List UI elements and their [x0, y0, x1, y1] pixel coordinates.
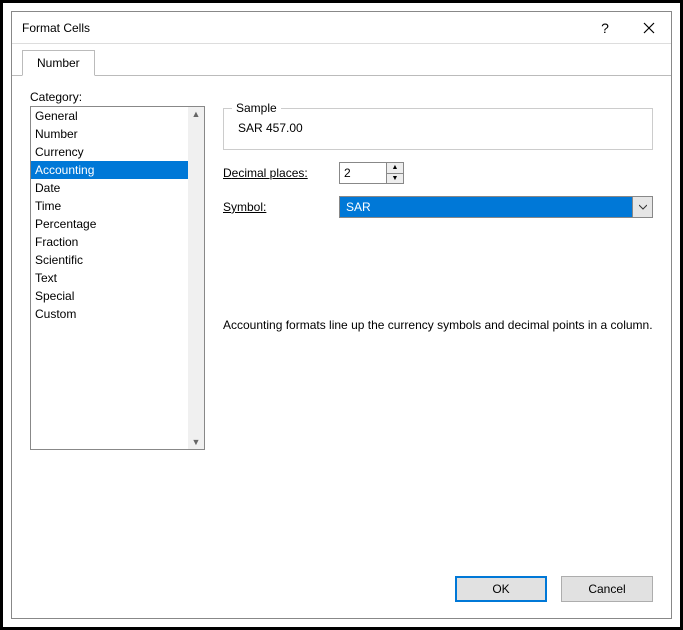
- category-item-time[interactable]: Time: [31, 197, 188, 215]
- close-icon: [643, 22, 655, 34]
- sample-label: Sample: [232, 101, 281, 115]
- category-item-percentage[interactable]: Percentage: [31, 215, 188, 233]
- scroll-up-icon: ▲: [192, 107, 201, 121]
- category-item-number[interactable]: Number: [31, 125, 188, 143]
- dialog-footer: OK Cancel: [12, 564, 671, 618]
- category-item-accounting[interactable]: Accounting: [31, 161, 188, 179]
- symbol-combobox[interactable]: SAR: [339, 196, 653, 218]
- category-item-general[interactable]: General: [31, 107, 188, 125]
- category-item-custom[interactable]: Custom: [31, 305, 188, 323]
- help-button[interactable]: ?: [583, 12, 627, 44]
- scroll-down-icon: ▼: [192, 435, 201, 449]
- category-item-scientific[interactable]: Scientific: [31, 251, 188, 269]
- symbol-value: SAR: [340, 197, 632, 217]
- sample-group: Sample SAR 457.00: [223, 108, 653, 150]
- close-button[interactable]: [627, 12, 671, 44]
- dialog-title: Format Cells: [22, 21, 583, 35]
- decimal-places-spinner[interactable]: ▲ ▼: [339, 162, 404, 184]
- category-item-text[interactable]: Text: [31, 269, 188, 287]
- chevron-down-icon: [639, 203, 647, 211]
- decimal-places-input[interactable]: [340, 163, 386, 183]
- titlebar: Format Cells ?: [12, 12, 671, 44]
- category-item-fraction[interactable]: Fraction: [31, 233, 188, 251]
- category-item-date[interactable]: Date: [31, 179, 188, 197]
- category-label: Category:: [30, 90, 653, 104]
- category-item-currency[interactable]: Currency: [31, 143, 188, 161]
- tabs: Number: [12, 44, 671, 76]
- symbol-dropdown-button[interactable]: [632, 197, 652, 217]
- sample-value: SAR 457.00: [238, 121, 638, 135]
- cancel-button[interactable]: Cancel: [561, 576, 653, 602]
- tab-number[interactable]: Number: [22, 50, 95, 76]
- ok-button[interactable]: OK: [455, 576, 547, 602]
- category-item-special[interactable]: Special: [31, 287, 188, 305]
- category-listbox[interactable]: GeneralNumberCurrencyAccountingDateTimeP…: [30, 106, 205, 450]
- scrollbar[interactable]: ▲ ▼: [188, 107, 204, 449]
- spin-down-button[interactable]: ▼: [387, 174, 403, 184]
- format-cells-dialog: Format Cells ? Number Category: GeneralN…: [11, 11, 672, 619]
- decimal-places-label: Decimal places:: [223, 166, 329, 180]
- symbol-label: Symbol:: [223, 200, 329, 214]
- spin-up-button[interactable]: ▲: [387, 163, 403, 174]
- format-description: Accounting formats line up the currency …: [223, 318, 653, 332]
